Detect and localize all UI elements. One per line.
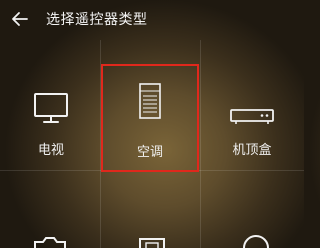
set-top-box-icon: [227, 84, 277, 126]
arrow-left-icon: [12, 12, 28, 26]
air-conditioner-icon: [125, 80, 175, 122]
projector-icon[interactable]: [137, 236, 167, 248]
device-type-tv[interactable]: 电视: [2, 64, 100, 172]
device-type-set-top-box-label: 机顶盒: [232, 143, 272, 158]
back-button[interactable]: [6, 5, 34, 33]
device-type-tv-label: 电视: [37, 143, 64, 158]
device-type-air-conditioner[interactable]: 空调: [101, 64, 199, 172]
device-type-air-conditioner-label: 空调: [136, 145, 163, 160]
tv-icon: [26, 84, 76, 126]
grid-divider-vertical-right: [200, 40, 201, 248]
top-bar: 选择遥控器类型: [0, 0, 304, 38]
fan-icon[interactable]: [241, 234, 271, 248]
device-type-set-top-box[interactable]: 机顶盒: [203, 64, 301, 172]
camera-icon[interactable]: [32, 236, 68, 248]
page-title: 选择遥控器类型: [46, 12, 148, 28]
